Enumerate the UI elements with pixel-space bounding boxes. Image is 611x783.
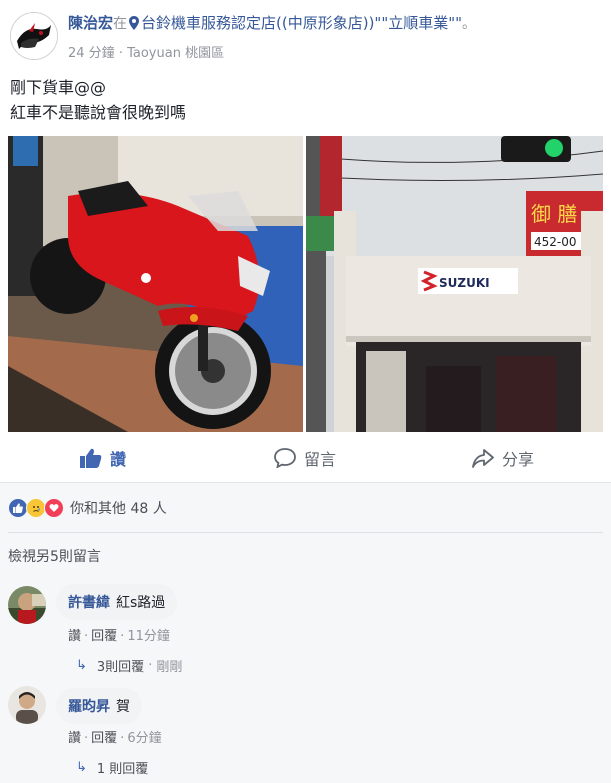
comment-time[interactable]: 11分鐘 — [127, 629, 170, 644]
post-action-bar: 讚 留言 分享 — [0, 436, 611, 483]
like-button[interactable]: 讚 — [80, 444, 126, 472]
shop-phone-text: 452-00 — [534, 235, 577, 249]
view-replies-link[interactable]: ↳ 1 則回覆 — [76, 758, 148, 777]
share-button[interactable]: 分享 — [472, 444, 534, 472]
post-photo-motorcycle[interactable] — [8, 136, 303, 432]
location-pin-icon — [129, 16, 140, 34]
share-label: 分享 — [502, 450, 535, 469]
comment-text: 賀 — [116, 699, 130, 715]
reply-arrow-icon: ↳ — [76, 760, 87, 775]
reaction-summary[interactable]: 你和其他 48 人 — [8, 498, 167, 518]
comment-bubble: 羅昀昇賀 — [56, 688, 142, 724]
post-text: 剛下貨車@@ 紅車不是聽說會很晚到嗎 — [10, 75, 186, 125]
post-time[interactable]: 24 分鐘 — [68, 46, 115, 61]
comment-label: 留言 — [304, 450, 337, 469]
post-meta: 24 分鐘 · Taoyuan 桃園區 — [68, 42, 224, 61]
comment-actions: 讚 · 回覆 · 6分鐘 — [68, 727, 162, 746]
post-photo-truck[interactable]: 御 膳 452-00 SUZUKI — [306, 136, 603, 432]
action-dot: · — [84, 731, 89, 746]
comment-time[interactable]: 6分鐘 — [127, 731, 161, 746]
reply-arrow-icon: ↳ — [76, 658, 87, 673]
author-avatar[interactable] — [10, 12, 58, 60]
comment-reply-link[interactable]: 回覆 — [91, 629, 117, 644]
replies-time: 剛剛 — [156, 660, 183, 675]
action-dot: · — [148, 658, 153, 673]
header-suffix: 。 — [462, 16, 477, 32]
comment-reply-link[interactable]: 回覆 — [91, 731, 117, 746]
comment-like-link[interactable]: 讚 — [68, 629, 81, 644]
post-text-line: 剛下貨車@@ — [10, 78, 107, 97]
sad-icon — [26, 498, 46, 518]
action-dot: · — [84, 629, 89, 644]
shop-sign-text: 御 膳 — [531, 202, 577, 226]
action-dot: · — [120, 731, 125, 746]
comment-text: 紅s路過 — [116, 595, 166, 611]
at-word: 在 — [113, 16, 128, 32]
divider — [8, 532, 603, 533]
commenter-name[interactable]: 許書緯 — [68, 595, 110, 611]
comment-icon — [274, 448, 296, 468]
meta-dot: · — [118, 46, 128, 61]
comment-button[interactable]: 留言 — [274, 444, 336, 472]
commenter-avatar[interactable] — [8, 586, 46, 624]
suzuki-sign-text: SUZUKI — [439, 276, 490, 290]
share-icon — [472, 449, 494, 468]
commenter-avatar[interactable] — [8, 686, 46, 724]
replies-count: 3則回覆 — [96, 660, 145, 675]
author-name[interactable]: 陳治宏 — [68, 14, 113, 32]
like-icon — [8, 498, 28, 518]
commenter-name[interactable]: 羅昀昇 — [68, 699, 110, 715]
like-label: 讚 — [110, 450, 127, 469]
love-icon — [44, 498, 64, 518]
post-text-line: 紅車不是聽說會很晚到嗎 — [10, 103, 187, 122]
comment-like-link[interactable]: 讚 — [68, 731, 81, 746]
post-location[interactable]: Taoyuan 桃園區 — [127, 46, 224, 61]
post-header-line: 陳治宏在 台鈴機車服務認定店((中原形象店))""立順車業""。 — [68, 12, 603, 34]
view-more-comments-link[interactable]: 檢視另5則留言 — [8, 546, 101, 566]
replies-count: 1 則回覆 — [96, 762, 149, 777]
view-replies-link[interactable]: ↳ 3則回覆 · 剛剛 — [76, 656, 182, 675]
action-dot: · — [120, 629, 125, 644]
comment-bubble: 許書緯 紅s路過 — [56, 584, 178, 620]
place-link[interactable]: 台鈴機車服務認定店((中原形象店))""立順車業"" — [141, 14, 462, 32]
comment-actions: 讚 · 回覆 · 11分鐘 — [68, 625, 170, 644]
reaction-count-text: 你和其他 48 人 — [70, 501, 167, 517]
thumbs-up-icon — [80, 448, 102, 468]
